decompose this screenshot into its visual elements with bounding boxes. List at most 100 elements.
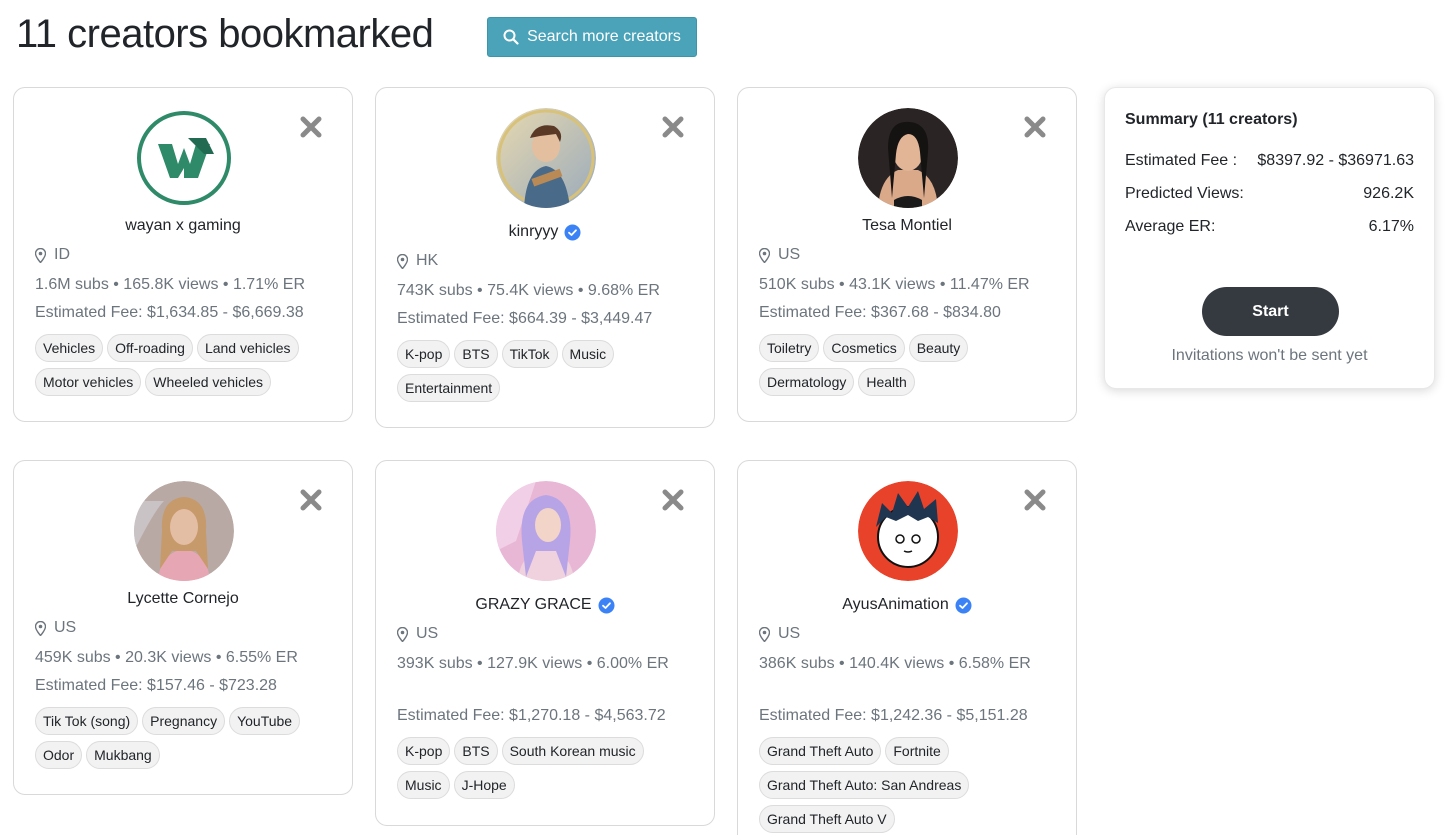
summary-views-label: Predicted Views: — [1125, 185, 1244, 202]
topic-tag[interactable]: K-pop — [397, 737, 451, 765]
creator-location: US — [759, 625, 800, 643]
topic-tag[interactable]: Vehicles — [35, 334, 104, 362]
topic-tag[interactable]: Toiletry — [759, 334, 820, 362]
creator-card: Tesa Montiel US 510K subs • 43.1K views … — [737, 87, 1077, 422]
topic-tag[interactable]: Beauty — [908, 334, 969, 362]
topic-tag[interactable]: J-Hope — [453, 771, 515, 799]
topic-tag[interactable]: Off-roading — [107, 334, 193, 362]
topic-tag[interactable]: Music — [397, 771, 450, 799]
estimated-fee: Estimated Fee: $1,634.85 - $6,669.38 — [35, 304, 304, 321]
verified-badge-icon — [955, 597, 972, 614]
avatar[interactable] — [496, 108, 596, 208]
creator-stats: 1.6M subs • 165.8K views • 1.71% ER — [35, 276, 305, 293]
topic-tag[interactable]: South Korean music — [501, 737, 644, 765]
topic-tag[interactable]: BTS — [454, 340, 498, 368]
topic-tag[interactable]: Entertainment — [397, 374, 501, 402]
summary-er-value: 6.17% — [1368, 218, 1414, 235]
topic-tag[interactable]: Odor — [35, 741, 83, 769]
creator-location: US — [759, 246, 800, 264]
remove-creator-icon[interactable] — [660, 114, 686, 140]
creator-stats: 393K subs • 127.9K views • 6.00% ER — [397, 655, 669, 672]
topic-tag[interactable]: Grand Theft Auto — [759, 737, 882, 765]
creator-name[interactable]: GRAZY GRACE — [475, 596, 591, 614]
estimated-fee: Estimated Fee: $1,242.36 - $5,151.28 — [759, 707, 1028, 724]
topic-tag[interactable]: Dermatology — [759, 368, 855, 396]
topic-tag[interactable]: Grand Theft Auto V — [759, 805, 895, 833]
location-code: US — [416, 625, 439, 642]
verified-badge-icon — [564, 224, 581, 241]
avatar[interactable] — [858, 481, 958, 581]
topic-tag[interactable]: Tik Tok (song) — [35, 707, 139, 735]
verified-badge-icon — [598, 597, 615, 614]
creator-name-row: GRAZY GRACE — [376, 596, 714, 614]
estimated-fee: Estimated Fee: $367.68 - $834.80 — [759, 304, 1001, 321]
creator-name[interactable]: AyusAnimation — [842, 596, 948, 614]
creator-card: Lycette Cornejo US 459K subs • 20.3K vie… — [13, 460, 353, 795]
topic-tag[interactable]: Pregnancy — [142, 707, 226, 735]
search-icon — [503, 29, 519, 45]
location-code: US — [54, 619, 77, 636]
creator-name-row: AyusAnimation — [738, 596, 1076, 614]
summary-fee-label: Estimated Fee : — [1125, 152, 1238, 169]
topic-tag[interactable]: BTS — [454, 737, 498, 765]
creator-location: HK — [397, 252, 438, 270]
map-pin-icon — [759, 247, 770, 263]
creator-name[interactable]: kinryyy — [509, 223, 559, 241]
remove-creator-icon[interactable] — [298, 487, 324, 513]
remove-creator-icon[interactable] — [1022, 487, 1048, 513]
topic-tag[interactable]: Motor vehicles — [35, 368, 142, 396]
topic-tag[interactable]: Cosmetics — [823, 334, 905, 362]
creator-name-row: wayan x gaming — [14, 217, 352, 235]
creator-name[interactable]: wayan x gaming — [125, 217, 241, 235]
tag-list: Tik Tok (song) Pregnancy YouTube Odor Mu… — [35, 707, 332, 769]
creator-stats: 386K subs • 140.4K views • 6.58% ER — [759, 655, 1031, 672]
summary-er-label: Average ER: — [1125, 218, 1216, 235]
creator-card: kinryyy HK 743K subs • 75.4K views • 9.6… — [375, 87, 715, 428]
avatar[interactable] — [496, 481, 596, 581]
tag-list: Grand Theft Auto Fortnite Grand Theft Au… — [759, 737, 1056, 833]
creator-name[interactable]: Tesa Montiel — [862, 217, 952, 235]
creator-name[interactable]: Lycette Cornejo — [127, 590, 238, 608]
topic-tag[interactable]: Fortnite — [885, 737, 949, 765]
creator-location: US — [35, 619, 76, 637]
tag-list: Vehicles Off-roading Land vehicles Motor… — [35, 334, 332, 396]
estimated-fee: Estimated Fee: $157.46 - $723.28 — [35, 677, 277, 694]
topic-tag[interactable]: K-pop — [397, 340, 451, 368]
topic-tag[interactable]: Wheeled vehicles — [145, 368, 271, 396]
start-button[interactable]: Start — [1202, 287, 1339, 336]
topic-tag[interactable]: Health — [858, 368, 915, 396]
remove-creator-icon[interactable] — [298, 114, 324, 140]
creator-name-row: kinryyy — [376, 223, 714, 241]
creator-card: GRAZY GRACE US 393K subs • 127.9K views … — [375, 460, 715, 826]
creator-location: ID — [35, 246, 70, 264]
avatar[interactable] — [858, 108, 958, 208]
page-title: 11 creators bookmarked — [16, 12, 434, 56]
topic-tag[interactable]: TikTok — [501, 340, 558, 368]
location-code: HK — [416, 252, 439, 269]
location-code: US — [778, 246, 801, 263]
estimated-fee: Estimated Fee: $1,270.18 - $4,563.72 — [397, 707, 666, 724]
avatar[interactable] — [134, 481, 234, 581]
creator-stats: 510K subs • 43.1K views • 11.47% ER — [759, 276, 1030, 293]
invitations-note: Invitations won't be sent yet — [1171, 347, 1368, 364]
summary-views-value: 926.2K — [1363, 185, 1414, 202]
summary-er-row: Average ER: 6.17% — [1125, 218, 1414, 236]
creator-stats: 743K subs • 75.4K views • 9.68% ER — [397, 282, 660, 299]
creator-location: US — [397, 625, 438, 643]
creator-name-row: Lycette Cornejo — [14, 590, 352, 608]
topic-tag[interactable]: Mukbang — [86, 741, 160, 769]
tag-list: Toiletry Cosmetics Beauty Dermatology He… — [759, 334, 1056, 396]
topic-tag[interactable]: Land vehicles — [196, 334, 299, 362]
search-more-creators-button[interactable]: Search more creators — [487, 17, 697, 57]
topic-tag[interactable]: Music — [561, 340, 615, 368]
remove-creator-icon[interactable] — [660, 487, 686, 513]
topic-tag[interactable]: YouTube — [229, 707, 301, 735]
map-pin-icon — [759, 626, 770, 642]
topic-tag[interactable]: Grand Theft Auto: San Andreas — [759, 771, 970, 799]
estimated-fee: Estimated Fee: $664.39 - $3,449.47 — [397, 310, 653, 327]
remove-creator-icon[interactable] — [1022, 114, 1048, 140]
avatar[interactable] — [134, 108, 234, 208]
tag-list: K-pop BTS TikTok Music Entertainment — [397, 340, 694, 402]
summary-title: Summary (11 creators) — [1125, 111, 1298, 128]
creator-name-row: Tesa Montiel — [738, 217, 1076, 235]
